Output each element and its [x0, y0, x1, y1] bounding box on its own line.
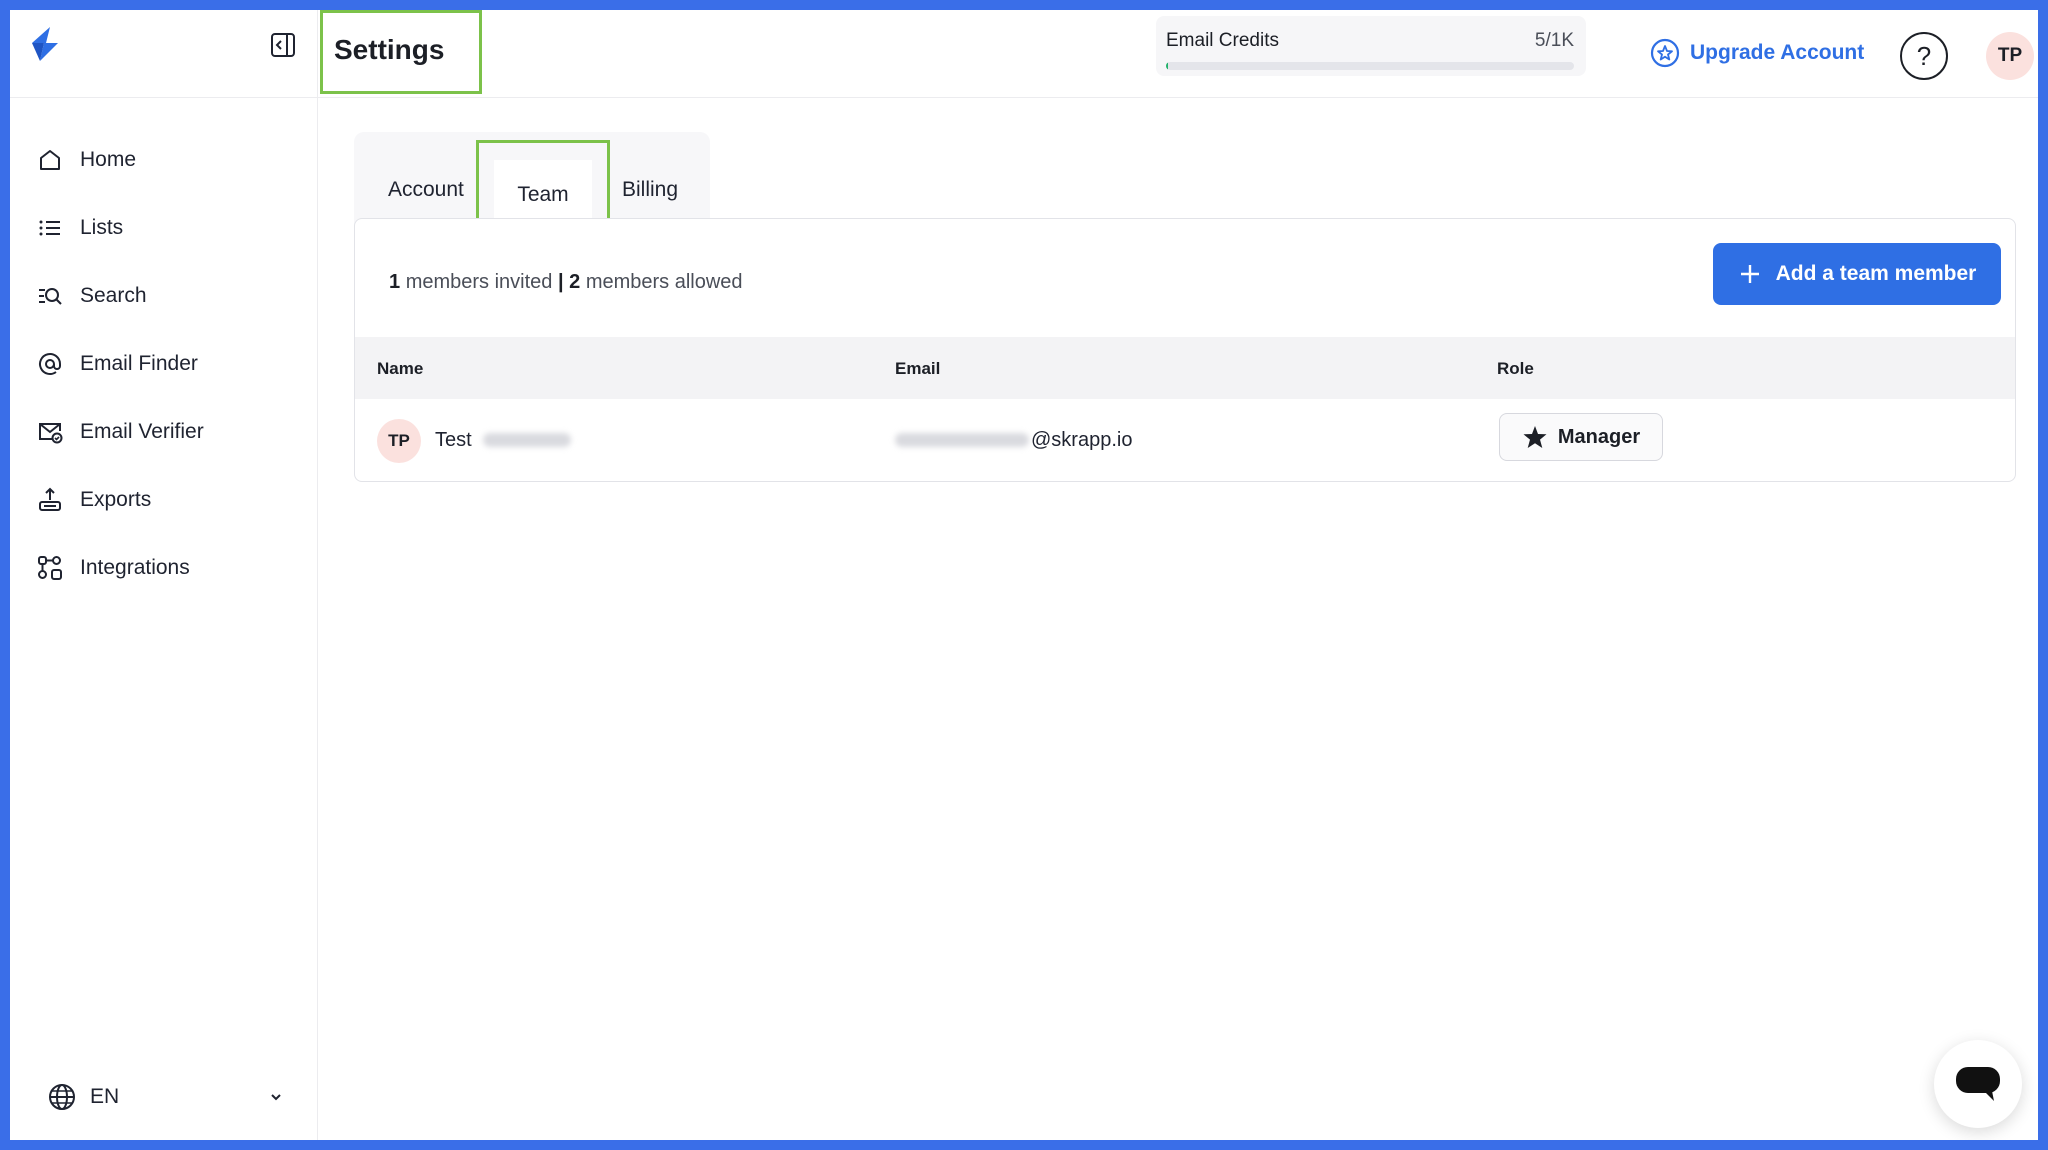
search-icon — [36, 282, 64, 310]
sidebar-item-search[interactable]: Search — [10, 268, 318, 324]
top-header: Settings Email Credits 5/1K Upgrade Acco… — [318, 10, 2038, 98]
sidebar-item-label: Search — [80, 284, 147, 307]
column-header-email: Email — [895, 359, 941, 378]
credits-progress-bar — [1166, 62, 1574, 70]
invited-count: 1 — [389, 271, 401, 293]
allowed-count: 2 — [569, 271, 581, 293]
member-email-domain: @skrapp.io — [1031, 429, 1133, 451]
column-header-role: Role — [1497, 359, 1534, 378]
credits-progress-fill — [1166, 62, 1169, 70]
tab-billing[interactable]: Billing — [622, 178, 678, 202]
user-avatar[interactable]: TP — [1986, 32, 2034, 80]
team-members-card: 1 members invited | 2 members allowed Ad… — [354, 218, 2016, 482]
mail-check-icon — [36, 418, 64, 446]
redacted-last-name — [483, 433, 571, 447]
members-table-header: Name Email Role — [355, 337, 2015, 399]
sidebar-item-label: Integrations — [80, 556, 190, 579]
credits-label: Email Credits — [1166, 30, 1279, 51]
team-tab-highlight-box — [476, 140, 610, 228]
member-name: Test — [435, 429, 472, 451]
sidebar-item-exports[interactable]: Exports — [10, 472, 318, 528]
sidebar-item-home[interactable]: Home — [10, 132, 318, 188]
export-icon — [36, 486, 64, 514]
chat-support-button[interactable] — [1934, 1040, 2022, 1128]
upgrade-account-label: Upgrade Account — [1690, 41, 1865, 64]
sidebar-item-label: Email Finder — [80, 352, 198, 375]
members-summary: 1 members invited | 2 members allowed — [389, 271, 743, 294]
invited-text: members invited — [405, 271, 553, 293]
app-frame: Home Lists Search Email Finder Email Ver… — [10, 10, 2038, 1140]
summary-separator: | — [557, 271, 564, 293]
globe-icon — [49, 1084, 75, 1110]
upgrade-account-link[interactable]: Upgrade Account — [1650, 38, 1864, 68]
member-avatar: TP — [377, 419, 421, 463]
sidebar-item-label: Exports — [80, 488, 152, 511]
sidebar-item-integrations[interactable]: Integrations — [10, 540, 318, 596]
sidebar-item-label: Lists — [80, 216, 124, 239]
add-team-member-button[interactable]: Add a team member — [1713, 243, 2001, 305]
home-icon — [36, 146, 64, 174]
sidebar-collapse-icon — [271, 33, 295, 57]
sidebar: Home Lists Search Email Finder Email Ver… — [10, 10, 318, 1140]
list-icon — [36, 214, 64, 242]
sidebar-divider — [10, 97, 318, 98]
page-title: Settings — [334, 34, 445, 65]
allowed-text: members allowed — [585, 271, 743, 293]
star-icon — [1523, 426, 1547, 448]
integrations-icon — [36, 554, 64, 582]
at-icon — [36, 350, 64, 378]
sidebar-item-label: Home — [80, 148, 137, 171]
sidebar-item-email-verifier[interactable]: Email Verifier — [10, 404, 318, 460]
member-role-label: Manager — [1557, 425, 1641, 448]
sidebar-nav: Home Lists Search Email Finder Email Ver… — [10, 132, 318, 608]
language-label: EN — [90, 1085, 120, 1108]
chat-icon — [1956, 1067, 2000, 1101]
app-logo[interactable] — [26, 25, 64, 63]
plus-icon — [1740, 265, 1759, 283]
redacted-email-user — [895, 433, 1029, 447]
tab-account[interactable]: Account — [388, 178, 464, 202]
upgrade-star-icon — [1650, 38, 1680, 68]
help-button[interactable]: ? — [1900, 32, 1948, 80]
credits-count: 5/1K — [1534, 30, 1574, 51]
collapse-sidebar-button[interactable] — [268, 30, 298, 60]
chevron-down-icon — [271, 1094, 281, 1101]
language-selector[interactable]: EN — [48, 1077, 284, 1117]
add-team-member-label: Add a team member — [1775, 262, 1977, 285]
email-credits-widget: Email Credits 5/1K — [1156, 16, 1586, 76]
column-header-name: Name — [377, 359, 424, 378]
sidebar-item-lists[interactable]: Lists — [10, 200, 318, 256]
sidebar-item-label: Email Verifier — [80, 420, 204, 443]
member-role-badge[interactable]: Manager — [1499, 413, 1663, 461]
sidebar-item-email-finder[interactable]: Email Finder — [10, 336, 318, 392]
table-row: TP Test @skrapp.io Manager — [355, 399, 2015, 483]
